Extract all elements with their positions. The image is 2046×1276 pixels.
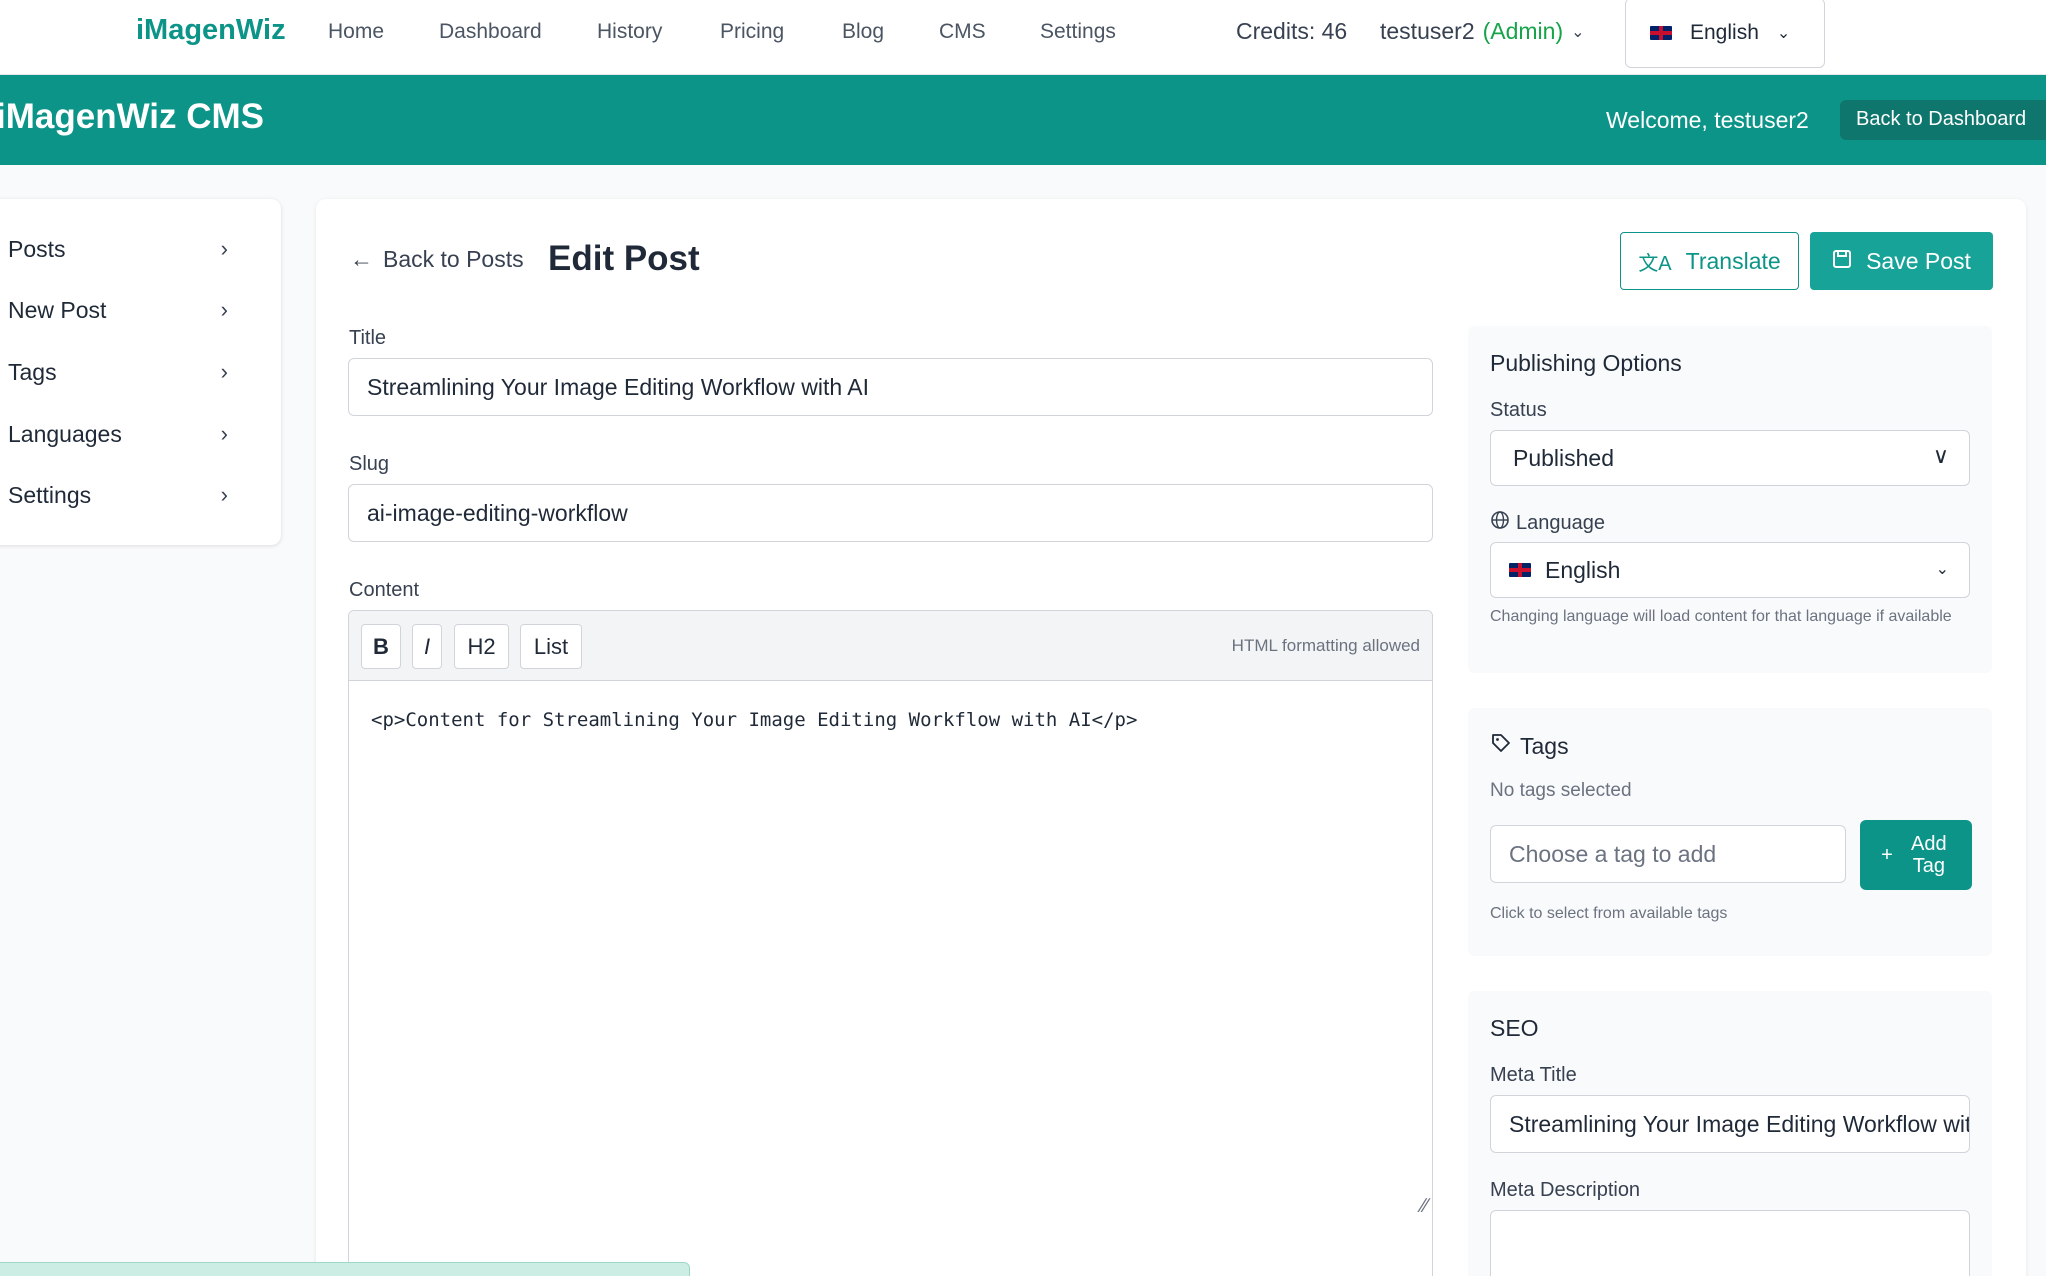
editor-toolbar: B I H2 List HTML formatting allowed: [349, 611, 1432, 681]
tags-panel: Tags No tags selected Choose a tag to ad…: [1468, 708, 1992, 956]
chevron-down-icon: ⌄: [1776, 25, 1791, 42]
sidebar-item-label: Languages: [8, 420, 122, 447]
chevron-right-icon: ›: [220, 482, 228, 507]
language-field-label: Language: [1490, 510, 1605, 536]
uk-flag-icon: [1650, 26, 1672, 40]
sidebar-item-tags[interactable]: Tags ›: [8, 352, 228, 392]
language-select[interactable]: English ⌄: [1490, 542, 1970, 598]
username: testuser2: [1380, 18, 1475, 44]
content-textarea[interactable]: <p>Content for Streamlining Your Image E…: [349, 681, 1432, 759]
chevron-down-icon: ⌄: [1935, 561, 1949, 578]
sidebar-item-new-post[interactable]: New Post ›: [8, 290, 228, 330]
chevron-right-icon: ›: [220, 297, 228, 322]
brand-logo[interactable]: iMagenWiz: [136, 14, 286, 47]
html-hint: HTML formatting allowed: [1231, 636, 1420, 655]
nav-pricing[interactable]: Pricing: [720, 20, 784, 44]
meta-title-label: Meta Title: [1490, 1064, 1577, 1086]
cms-title: iMagenWiz CMS: [0, 97, 265, 136]
nav-cms[interactable]: CMS: [939, 20, 986, 44]
nav-settings[interactable]: Settings: [1040, 20, 1116, 44]
status-label: Status: [1490, 399, 1547, 421]
language-selector[interactable]: English ⌄: [1625, 0, 1825, 68]
credits-display: Credits: 46: [1236, 18, 1348, 44]
slug-label: Slug: [349, 453, 390, 475]
top-navbar: iMagenWiz Home Dashboard History Pricing…: [0, 0, 2046, 75]
content-editor: B I H2 List HTML formatting allowed <p>C…: [348, 610, 1433, 1276]
sidebar-item-label: Tags: [8, 358, 57, 385]
welcome-text: Welcome, testuser2: [1606, 107, 1809, 133]
status-value: Published: [1513, 444, 1615, 471]
user-role: (Admin): [1482, 18, 1564, 44]
add-tag-button[interactable]: + Add Tag: [1860, 820, 1972, 890]
tag-select-input[interactable]: Choose a tag to add: [1490, 825, 1846, 883]
back-to-dashboard-button[interactable]: Back to Dashboard: [1840, 100, 2046, 140]
italic-button[interactable]: I: [412, 624, 442, 669]
globe-icon: [1490, 510, 1510, 536]
content-label: Content: [349, 579, 420, 601]
language-label: English: [1690, 21, 1759, 44]
tags-title-row: Tags: [1490, 732, 1569, 760]
cms-sidebar: Posts › New Post › Tags › Languages › Se…: [0, 199, 281, 545]
sidebar-item-settings[interactable]: Settings ›: [8, 475, 228, 515]
nav-history[interactable]: History: [597, 20, 662, 44]
edit-post-card: ← Back to Posts Edit Post 文A Translate S…: [316, 199, 2026, 1276]
cms-header: iMagenWiz CMS Welcome, testuser2 Back to…: [0, 75, 2046, 165]
tags-title: Tags: [1520, 732, 1569, 759]
publishing-title: Publishing Options: [1490, 350, 1682, 376]
uk-flag-icon: [1509, 563, 1531, 577]
chevron-right-icon: ›: [220, 236, 228, 261]
chevron-right-icon: ›: [220, 421, 228, 446]
sidebar-item-posts[interactable]: Posts ›: [8, 229, 228, 269]
resize-handle-icon[interactable]: ∕∕: [1421, 1195, 1428, 1218]
chevron-right-icon: ›: [220, 359, 228, 384]
nav-dashboard[interactable]: Dashboard: [439, 20, 542, 44]
title-label: Title: [349, 327, 387, 349]
user-menu[interactable]: testuser2 (Admin) ⌄: [1380, 18, 1585, 45]
language-label: Language: [1516, 511, 1605, 534]
nav-blog[interactable]: Blog: [842, 20, 884, 44]
no-tags-text: No tags selected: [1490, 780, 1632, 801]
save-post-button[interactable]: Save Post: [1810, 232, 1993, 290]
chevron-down-icon: ∨: [1932, 443, 1949, 468]
language-value: English: [1545, 556, 1621, 583]
translate-button[interactable]: 文A Translate: [1620, 232, 1799, 290]
sidebar-item-label: Posts: [8, 235, 66, 262]
translate-label: Translate: [1685, 247, 1781, 274]
status-select[interactable]: Published ∨: [1490, 430, 1970, 486]
title-field[interactable]: Streamlining Your Image Editing Workflow…: [348, 358, 1433, 416]
bold-button[interactable]: B: [361, 624, 401, 669]
arrow-left-icon: ←: [350, 246, 373, 272]
tags-hint: Click to select from available tags: [1490, 905, 1728, 922]
seo-title: SEO: [1490, 1015, 1539, 1041]
publishing-options-panel: Publishing Options Status Published ∨ La…: [1468, 326, 1992, 673]
language-hint: Changing language will load content for …: [1490, 608, 1952, 625]
toast-notification: [0, 1262, 690, 1276]
plus-icon: +: [1881, 843, 1893, 866]
add-tag-label: Add Tag: [1911, 833, 1947, 877]
meta-description-field[interactable]: [1490, 1210, 1970, 1276]
back-to-posts-label: Back to Posts: [383, 246, 524, 272]
tag-icon: [1490, 732, 1512, 760]
translate-icon: 文A: [1638, 252, 1672, 275]
nav-home[interactable]: Home: [328, 20, 384, 44]
slug-field[interactable]: ai-image-editing-workflow: [348, 484, 1433, 542]
sidebar-item-label: Settings: [8, 481, 92, 508]
save-post-label: Save Post: [1866, 247, 1971, 274]
back-to-posts-link[interactable]: ← Back to Posts: [350, 246, 524, 273]
h2-button[interactable]: H2: [454, 624, 509, 669]
sidebar-item-label: New Post: [8, 296, 107, 323]
meta-title-field[interactable]: Streamlining Your Image Editing Workflow…: [1490, 1095, 1970, 1153]
seo-panel: SEO Meta Title Streamlining Your Image E…: [1468, 991, 1992, 1276]
list-button[interactable]: List: [520, 624, 582, 669]
meta-description-label: Meta Description: [1490, 1179, 1641, 1201]
page-title: Edit Post: [548, 239, 700, 278]
sidebar-item-languages[interactable]: Languages ›: [8, 414, 228, 454]
chevron-down-icon: ⌄: [1571, 23, 1585, 41]
save-icon: [1832, 248, 1852, 275]
